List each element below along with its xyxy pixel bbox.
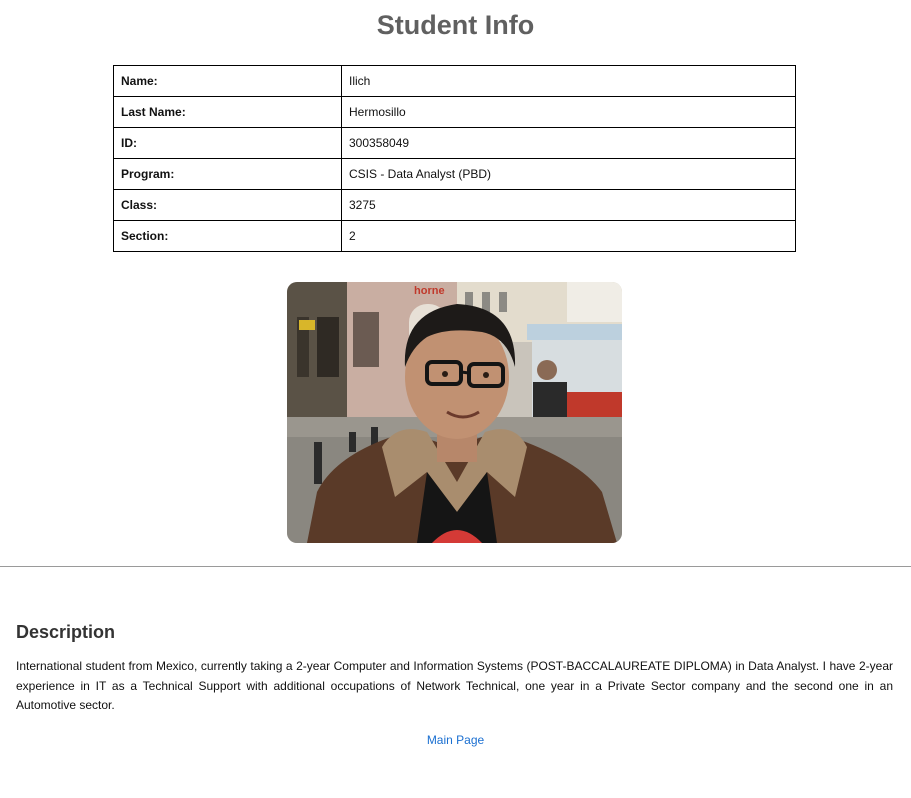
row-label: Name:	[113, 65, 342, 97]
main-page-link[interactable]: Main Page	[427, 733, 484, 747]
page-title: Student Info	[376, 10, 535, 40]
student-info-table: Name: Ilich Last Name: Hermosillo ID: 30…	[113, 65, 796, 252]
row-label: ID:	[113, 127, 342, 159]
table-row: Class: 3275	[113, 189, 796, 221]
student-photo: horne	[287, 282, 622, 543]
row-value: CSIS - Data Analyst (PBD)	[341, 158, 796, 190]
description-heading: Description	[16, 622, 116, 642]
row-value: Hermosillo	[341, 96, 796, 128]
row-value: Ilich	[341, 65, 796, 97]
row-label: Program:	[113, 158, 342, 190]
description-text: International student from Mexico, curre…	[16, 659, 893, 712]
row-label: Class:	[113, 189, 342, 221]
row-label: Last Name:	[113, 96, 342, 128]
section-divider	[0, 566, 911, 567]
table-row: Program: CSIS - Data Analyst (PBD)	[113, 158, 796, 190]
student-photo-illustration: horne	[287, 282, 622, 543]
table-row: Last Name: Hermosillo	[113, 96, 796, 128]
row-value: 3275	[341, 189, 796, 221]
row-value: 2	[341, 220, 796, 252]
storefront-sign: horne	[414, 285, 445, 297]
row-value: 300358049	[341, 127, 796, 159]
page: Student Info Name: Ilich Last Name: Herm…	[0, 0, 911, 798]
table-row: Name: Ilich	[113, 65, 796, 97]
row-label: Section:	[113, 220, 342, 252]
table-row: ID: 300358049	[113, 127, 796, 159]
table-row: Section: 2	[113, 220, 796, 252]
footer-nav: Main Page	[0, 732, 911, 748]
